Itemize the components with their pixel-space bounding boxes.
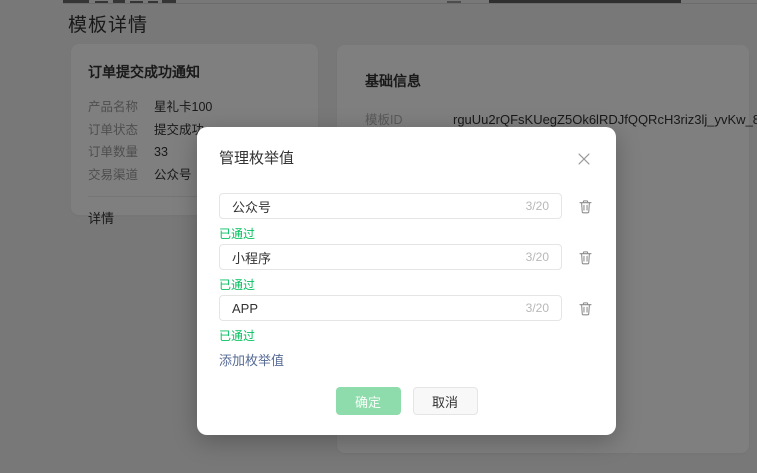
add-enum-link[interactable]: 添加枚举值	[219, 352, 284, 370]
delete-enum-button[interactable]	[576, 248, 594, 266]
close-button[interactable]	[574, 149, 594, 169]
modal-footer: 确定 取消	[219, 387, 594, 415]
enum-value-input[interactable]	[232, 250, 518, 265]
trash-icon	[577, 249, 594, 266]
delete-enum-button[interactable]	[576, 197, 594, 215]
enum-value-input-wrap: 3/20	[219, 295, 562, 321]
enum-status-badge: 已通过	[219, 328, 594, 344]
delete-enum-button[interactable]	[576, 299, 594, 317]
manage-enum-modal: 管理枚举值 3/20 已通过	[197, 127, 616, 435]
enum-row: 3/20 已通过	[219, 244, 594, 293]
page: 模板详情 订单提交成功通知 产品名称 星礼卡100 订单状态 提交成功 订单数量…	[0, 0, 757, 473]
close-icon	[575, 150, 593, 168]
char-counter: 3/20	[526, 250, 549, 264]
enum-row: 3/20 已通过	[219, 295, 594, 344]
enum-status-badge: 已通过	[219, 277, 594, 293]
enum-value-input-wrap: 3/20	[219, 244, 562, 270]
modal-title: 管理枚举值	[219, 149, 294, 169]
trash-icon	[577, 198, 594, 215]
enum-value-input-wrap: 3/20	[219, 193, 562, 219]
enum-row: 3/20 已通过	[219, 193, 594, 242]
char-counter: 3/20	[526, 199, 549, 213]
enum-status-badge: 已通过	[219, 226, 594, 242]
confirm-button[interactable]: 确定	[336, 387, 401, 415]
char-counter: 3/20	[526, 301, 549, 315]
enum-value-input[interactable]	[232, 199, 518, 214]
cancel-button[interactable]: 取消	[413, 387, 478, 415]
modal-header: 管理枚举值	[219, 149, 594, 169]
trash-icon	[577, 300, 594, 317]
enum-value-input[interactable]	[232, 301, 518, 316]
